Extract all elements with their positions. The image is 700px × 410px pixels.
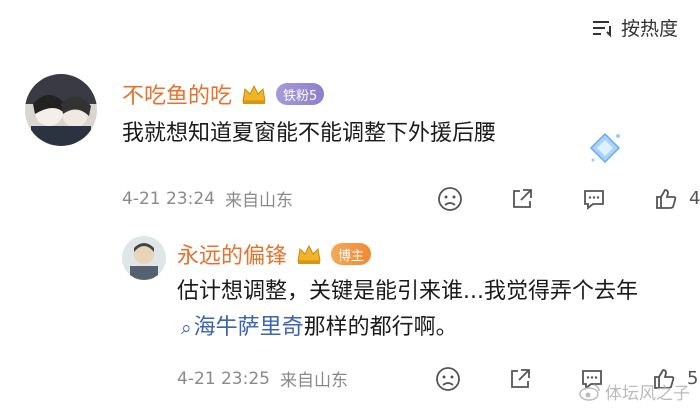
weibo-logo-icon bbox=[579, 383, 600, 401]
sort-lines-icon bbox=[592, 20, 611, 37]
sort-label: 按热度 bbox=[620, 18, 678, 40]
fan-badge: 铁粉5 bbox=[276, 83, 325, 105]
comment-item: 不吃鱼的吃 铁粉5 我就想知道夏窗能不能调整下外援后腰 4-21 23:24 来… bbox=[0, 70, 700, 220]
like-count: 4 bbox=[689, 188, 700, 209]
share-icon[interactable] bbox=[509, 186, 535, 212]
crown-icon bbox=[242, 84, 266, 104]
username[interactable]: 不吃鱼的吃 bbox=[122, 78, 232, 110]
like-button[interactable]: 4 bbox=[653, 186, 700, 212]
watermark-text: 体坛风之子 bbox=[605, 384, 690, 404]
sad-face-icon[interactable] bbox=[435, 366, 461, 392]
avatar[interactable] bbox=[122, 236, 166, 280]
sort-bar[interactable]: 按热度 bbox=[591, 14, 678, 41]
username[interactable]: 永远的偏锋 bbox=[177, 238, 287, 270]
timestamp: 4-21 23:25 bbox=[177, 368, 270, 389]
comment-icon[interactable] bbox=[581, 186, 607, 212]
author-badge: 博主 bbox=[331, 243, 372, 265]
source-location: 来自山东 bbox=[279, 371, 348, 391]
topic-link[interactable]: 海牛萨里奇 bbox=[194, 315, 304, 340]
watermark: 体坛风之子 bbox=[579, 379, 690, 404]
avatar[interactable] bbox=[25, 74, 97, 146]
diamond-icon bbox=[589, 132, 621, 164]
comment-text: 我就想知道夏窗能不能调整下外援后腰 bbox=[122, 121, 497, 146]
reply-text: 估计想调整，关键是能引来谁...我觉得弄个去年 ⌕海牛萨里奇那样的都行啊。 bbox=[177, 274, 647, 346]
timestamp: 4-21 23:24 bbox=[122, 188, 215, 209]
share-icon[interactable] bbox=[507, 366, 533, 392]
reply-text-before: 估计想调整，关键是能引来谁...我觉得弄个去年 bbox=[177, 279, 638, 304]
crown-icon bbox=[297, 244, 321, 264]
reply-text-after: 那样的都行啊。 bbox=[303, 315, 458, 340]
source-location: 来自山东 bbox=[224, 191, 293, 211]
sad-face-icon[interactable] bbox=[437, 186, 463, 212]
search-icon: ⌕ bbox=[181, 317, 192, 339]
thumbs-up-icon bbox=[656, 188, 677, 209]
